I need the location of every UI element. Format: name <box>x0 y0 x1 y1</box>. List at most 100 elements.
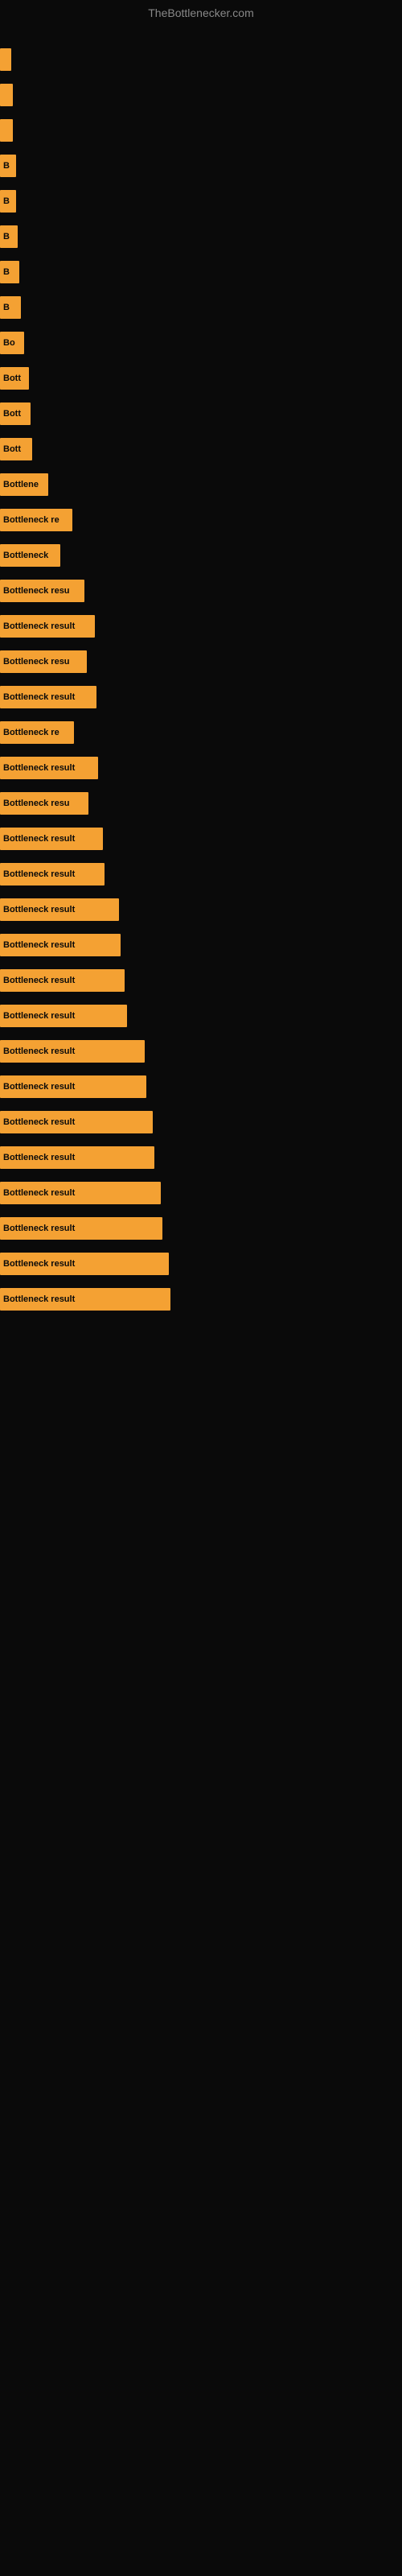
bar-item: Bottleneck result <box>0 898 119 921</box>
bar-row: Bottleneck result <box>0 927 402 963</box>
bar-label: Bottleneck result <box>3 763 75 773</box>
bar-item: Bottleneck resu <box>0 650 87 673</box>
bar-label: Bottleneck result <box>3 1117 75 1127</box>
bar-item: Bottleneck resu <box>0 580 84 602</box>
bar-item: Bottleneck result <box>0 863 105 886</box>
bar-row: Bottleneck re <box>0 502 402 538</box>
bar-item: Bottleneck resu <box>0 792 88 815</box>
bar-row: Bott <box>0 431 402 467</box>
bar-label: Bottleneck result <box>3 1188 75 1198</box>
bar-item: Bottleneck <box>0 544 60 567</box>
bar-row: Bottleneck result <box>0 1211 402 1246</box>
bar-item: Bottleneck re <box>0 509 72 531</box>
bar-row: Bottleneck <box>0 538 402 573</box>
bar-item: Bottleneck result <box>0 1146 154 1169</box>
bar-item: Bottleneck result <box>0 1111 153 1133</box>
bar-item: Bottleneck result <box>0 1075 146 1098</box>
bar-item: Bottleneck result <box>0 1288 170 1311</box>
bar-label: Bottleneck result <box>3 692 75 702</box>
bar-row <box>0 77 402 113</box>
bar-label: Bottleneck result <box>3 1153 75 1162</box>
bar-label: Bottleneck re <box>3 728 59 737</box>
bar-row: Bottleneck result <box>0 679 402 715</box>
bar-item: Bottleneck result <box>0 1040 145 1063</box>
bar-label: Bottleneck resu <box>3 799 70 808</box>
bar-row: Bottleneck result <box>0 1069 402 1104</box>
bar-row: Bott <box>0 396 402 431</box>
bar-item: Bottleneck result <box>0 969 125 992</box>
bar-label: B <box>3 303 10 312</box>
bar-label: B <box>3 267 10 277</box>
bar-label: Bottleneck result <box>3 1082 75 1092</box>
bar-item <box>0 119 13 142</box>
bar-row: Bottleneck result <box>0 857 402 892</box>
bar-row: Bottleneck result <box>0 821 402 857</box>
bar-row: Bottleneck result <box>0 750 402 786</box>
bar-item: Bottleneck result <box>0 757 98 779</box>
bar-label: Bottleneck result <box>3 834 75 844</box>
bar-item: B <box>0 155 16 177</box>
bar-row: B <box>0 148 402 184</box>
bar-label: Bottlene <box>3 480 39 489</box>
bar-label: Bottleneck result <box>3 1294 75 1304</box>
bar-item: Bottleneck result <box>0 828 103 850</box>
bar-item: B <box>0 190 16 213</box>
bar-label: Bott <box>3 444 21 454</box>
bar-label: Bottleneck <box>3 551 48 560</box>
bar-item: Bottleneck result <box>0 1182 161 1204</box>
bar-row: B <box>0 184 402 219</box>
bar-row: Bottleneck resu <box>0 573 402 609</box>
bar-row: Bottleneck result <box>0 609 402 644</box>
bar-item: Bottleneck result <box>0 1005 127 1027</box>
bar-label: Bottleneck result <box>3 1224 75 1233</box>
bar-item: B <box>0 261 19 283</box>
bar-row: Bottleneck resu <box>0 644 402 679</box>
bar-label: Bottleneck result <box>3 1259 75 1269</box>
bar-label: Bottleneck result <box>3 905 75 914</box>
bar-label: B <box>3 196 10 206</box>
bar-row: Bottleneck re <box>0 715 402 750</box>
bar-item: Bottleneck result <box>0 615 95 638</box>
bar-label: Bott <box>3 409 21 419</box>
bar-item <box>0 48 11 71</box>
bar-item: Bott <box>0 402 31 425</box>
bar-item: Bott <box>0 438 32 460</box>
bar-row: Bottleneck result <box>0 1175 402 1211</box>
bar-row: Bottleneck result <box>0 892 402 927</box>
bar-label: Bo <box>3 338 15 348</box>
bar-label: Bottleneck result <box>3 976 75 985</box>
bar-row <box>0 113 402 148</box>
bar-label: Bottleneck result <box>3 940 75 950</box>
bar-row: B <box>0 290 402 325</box>
bars-container: B B B B B Bo Bott Bott Bott Bottlene Bottleneck re… <box>0 26 402 1317</box>
bar-item: Bottleneck result <box>0 934 121 956</box>
bar-row: Bottleneck result <box>0 963 402 998</box>
bar-item: Bottleneck result <box>0 1217 162 1240</box>
bar-label: B <box>3 161 10 171</box>
bar-label: Bottleneck result <box>3 621 75 631</box>
bar-item: B <box>0 296 21 319</box>
bar-row: Bottleneck resu <box>0 786 402 821</box>
bar-item: Bottleneck result <box>0 1253 169 1275</box>
bar-row: Bottleneck result <box>0 1140 402 1175</box>
bar-label: Bott <box>3 374 21 383</box>
bar-item: B <box>0 225 18 248</box>
bar-item: Bottleneck result <box>0 686 96 708</box>
bar-item: Bo <box>0 332 24 354</box>
bar-label: Bottleneck result <box>3 1011 75 1021</box>
bar-label: B <box>3 232 10 242</box>
bar-item: Bottlene <box>0 473 48 496</box>
bar-row: Bottleneck result <box>0 1246 402 1282</box>
bar-item: Bott <box>0 367 29 390</box>
bar-row <box>0 42 402 77</box>
bar-row: Bottleneck result <box>0 1104 402 1140</box>
bar-row: Bo <box>0 325 402 361</box>
bar-row: B <box>0 254 402 290</box>
site-title: TheBottlenecker.com <box>0 0 402 26</box>
bar-row: Bottleneck result <box>0 1282 402 1317</box>
bar-item: Bottleneck re <box>0 721 74 744</box>
bar-label: Bottleneck result <box>3 869 75 879</box>
bar-row: B <box>0 219 402 254</box>
bar-row: Bottleneck result <box>0 998 402 1034</box>
bar-label: Bottleneck resu <box>3 586 70 596</box>
